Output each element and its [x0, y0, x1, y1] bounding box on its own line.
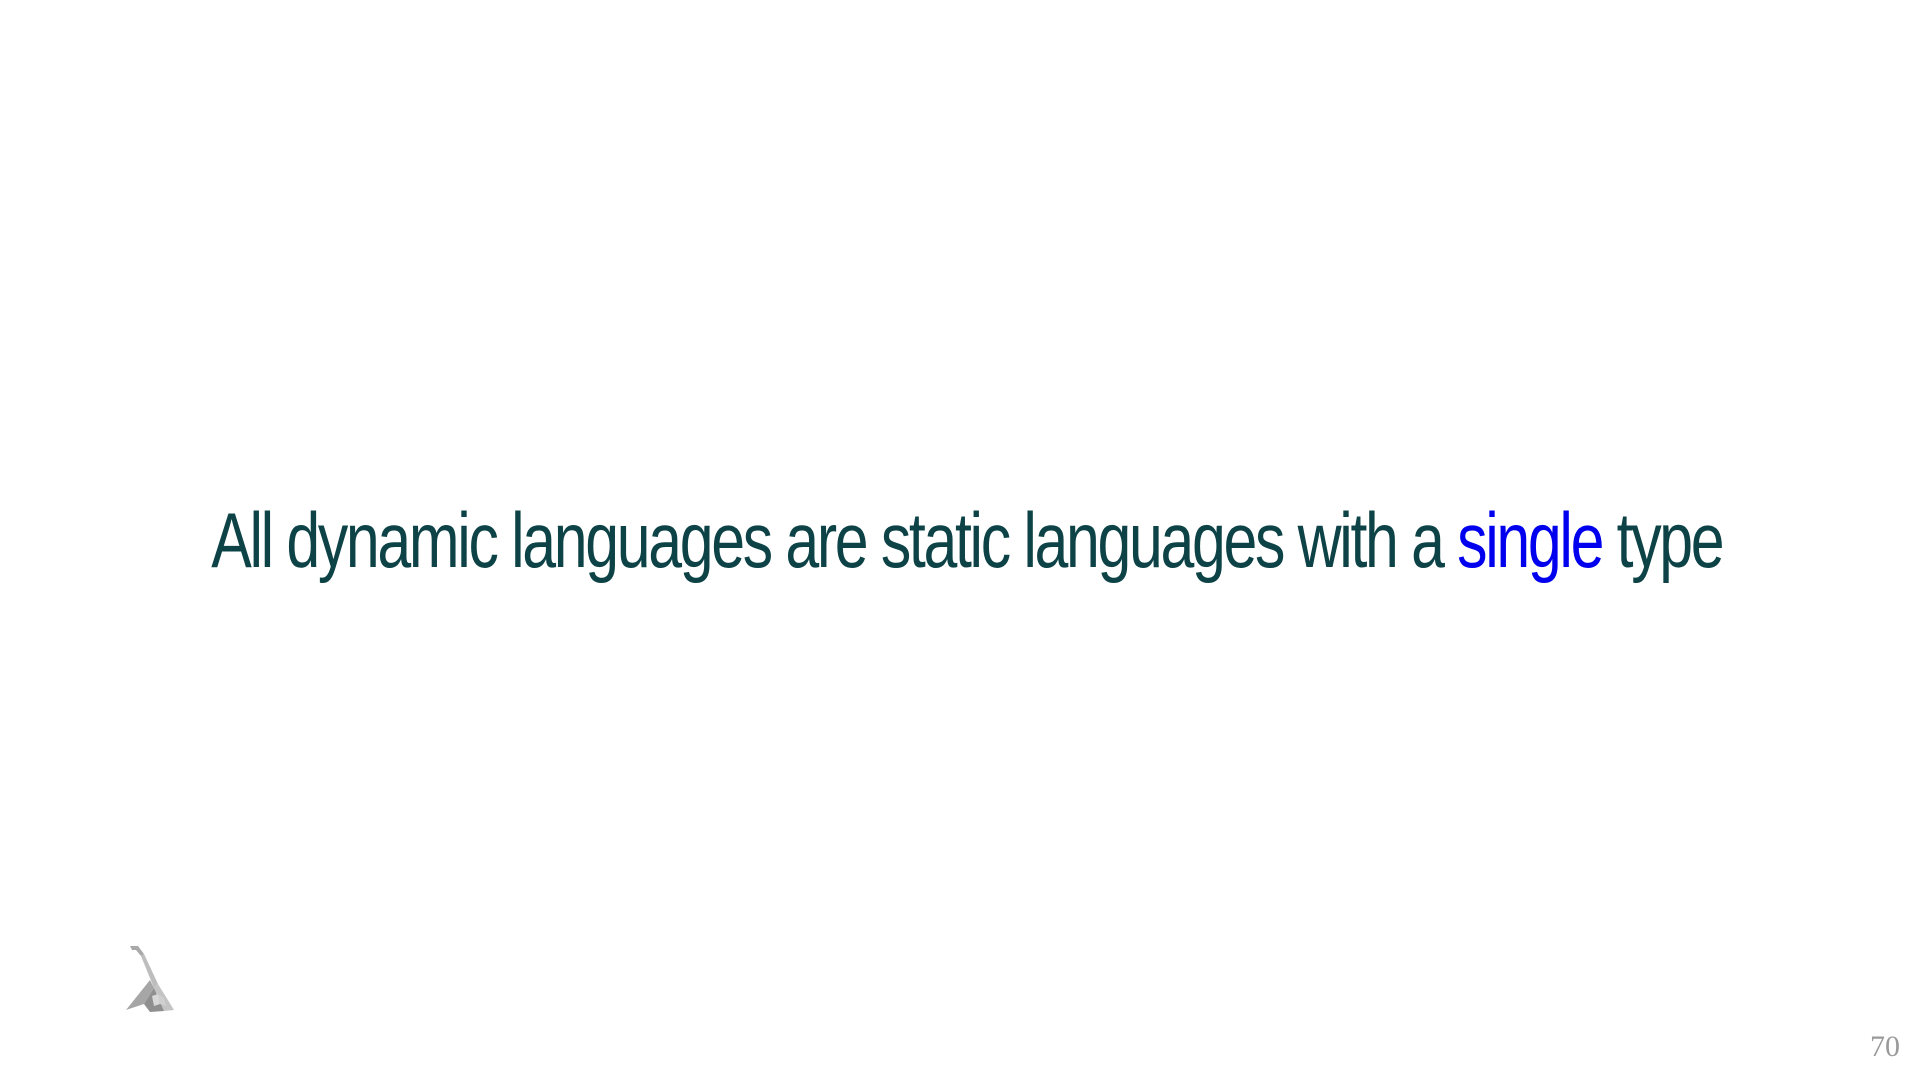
- slide-headline: All dynamic languages are static languag…: [211, 490, 1724, 590]
- slide: All dynamic languages are static languag…: [0, 0, 1920, 1080]
- page-number: 70: [1870, 1030, 1900, 1063]
- headline-highlight: single: [1457, 496, 1604, 584]
- headline-text-before: All dynamic languages are static languag…: [211, 496, 1458, 584]
- lambda-logo-icon: [126, 946, 174, 1012]
- headline-text-after: type: [1602, 496, 1725, 584]
